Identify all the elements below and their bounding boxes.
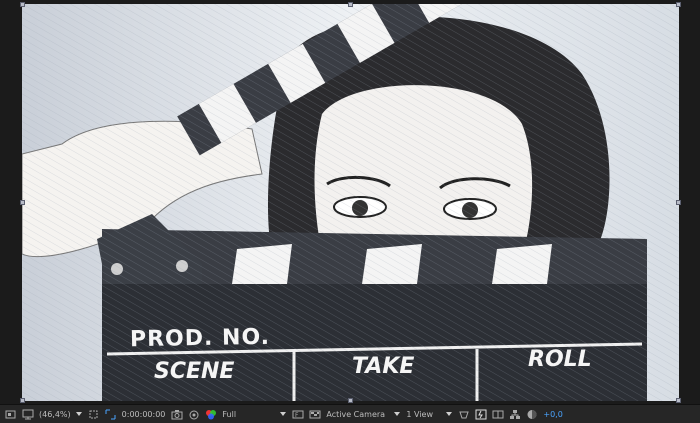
views-dropdown[interactable]: 1 View [403, 405, 455, 423]
preview-toggle-icon [5, 409, 16, 420]
resolution-dropdown[interactable]: Full [219, 405, 289, 423]
monitor-icon [22, 409, 34, 420]
camera-icon [171, 409, 183, 420]
views-value: 1 View [406, 409, 433, 419]
chevron-down-icon [280, 412, 287, 416]
transparency-grid-button[interactable] [102, 405, 119, 423]
always-preview-button[interactable] [2, 405, 19, 423]
rgb-channels-icon [205, 409, 217, 420]
exposure-value[interactable]: +0,0 [540, 405, 565, 423]
flowchart-icon [509, 409, 521, 420]
resolution-value: Full [222, 409, 237, 419]
camera-dropdown[interactable]: Active Camera [323, 405, 403, 423]
zoom-dropdown[interactable]: (46,4%) [36, 405, 85, 423]
handle-top-center[interactable] [348, 2, 353, 7]
handle-middle-right[interactable] [676, 200, 681, 205]
timeline-button[interactable] [489, 405, 506, 423]
snapshot-button[interactable] [168, 405, 185, 423]
zoom-value: (46,4%) [39, 409, 71, 419]
composition-viewer[interactable]: PROD. NO. SCENE TAKE ROLL [0, 0, 700, 404]
handle-bottom-center[interactable] [348, 398, 353, 403]
clapper-prod-label: PROD. NO. [129, 324, 271, 353]
chevron-down-icon [75, 412, 82, 416]
pixel-aspect-icon [458, 409, 470, 420]
handle-bottom-left[interactable] [20, 398, 25, 403]
sketch-image [22, 4, 679, 401]
fast-previews-button[interactable]: F [289, 405, 306, 423]
chevron-down-icon [446, 412, 453, 416]
monitor-button[interactable] [19, 405, 36, 423]
flowchart-button[interactable] [506, 405, 523, 423]
region-of-interest-icon [88, 409, 99, 420]
clapper-roll-label: ROLL [528, 347, 592, 372]
clapper-take-label: TAKE [352, 354, 415, 379]
checkerboard-icon [309, 409, 321, 420]
handle-bottom-right[interactable] [676, 398, 681, 403]
toggle-pixel-aspect-button[interactable] [455, 405, 472, 423]
composition-frame[interactable]: PROD. NO. SCENE TAKE ROLL [22, 4, 679, 401]
svg-text:F: F [295, 412, 299, 419]
timecode-value: 0:00:00:00 [121, 409, 166, 419]
handle-top-right[interactable] [676, 2, 681, 7]
timecode-display[interactable]: 0:00:00:00 [119, 405, 169, 423]
toggle-transparency-grid-button[interactable] [306, 405, 323, 423]
fast-previews-icon: F [292, 409, 304, 420]
chevron-down-icon [394, 412, 401, 416]
grid-icon [105, 409, 116, 420]
viewer-toolbar: (46,4%) 0:00:00:00 Full F Active Camera … [0, 404, 700, 423]
reset-exposure-button[interactable] [523, 405, 540, 423]
draft-3d-button[interactable] [472, 405, 489, 423]
handle-middle-left[interactable] [20, 200, 25, 205]
clapper-scene-label: SCENE [154, 359, 235, 384]
exposure-icon [526, 409, 537, 420]
show-snapshot-icon [188, 409, 199, 420]
timeline-icon [492, 409, 504, 420]
camera-value: Active Camera [326, 409, 386, 419]
draft-3d-icon [475, 409, 487, 420]
show-snapshot-button[interactable] [185, 405, 202, 423]
handle-top-left[interactable] [20, 2, 25, 7]
channel-button[interactable] [202, 405, 219, 423]
region-of-interest-button[interactable] [85, 405, 102, 423]
